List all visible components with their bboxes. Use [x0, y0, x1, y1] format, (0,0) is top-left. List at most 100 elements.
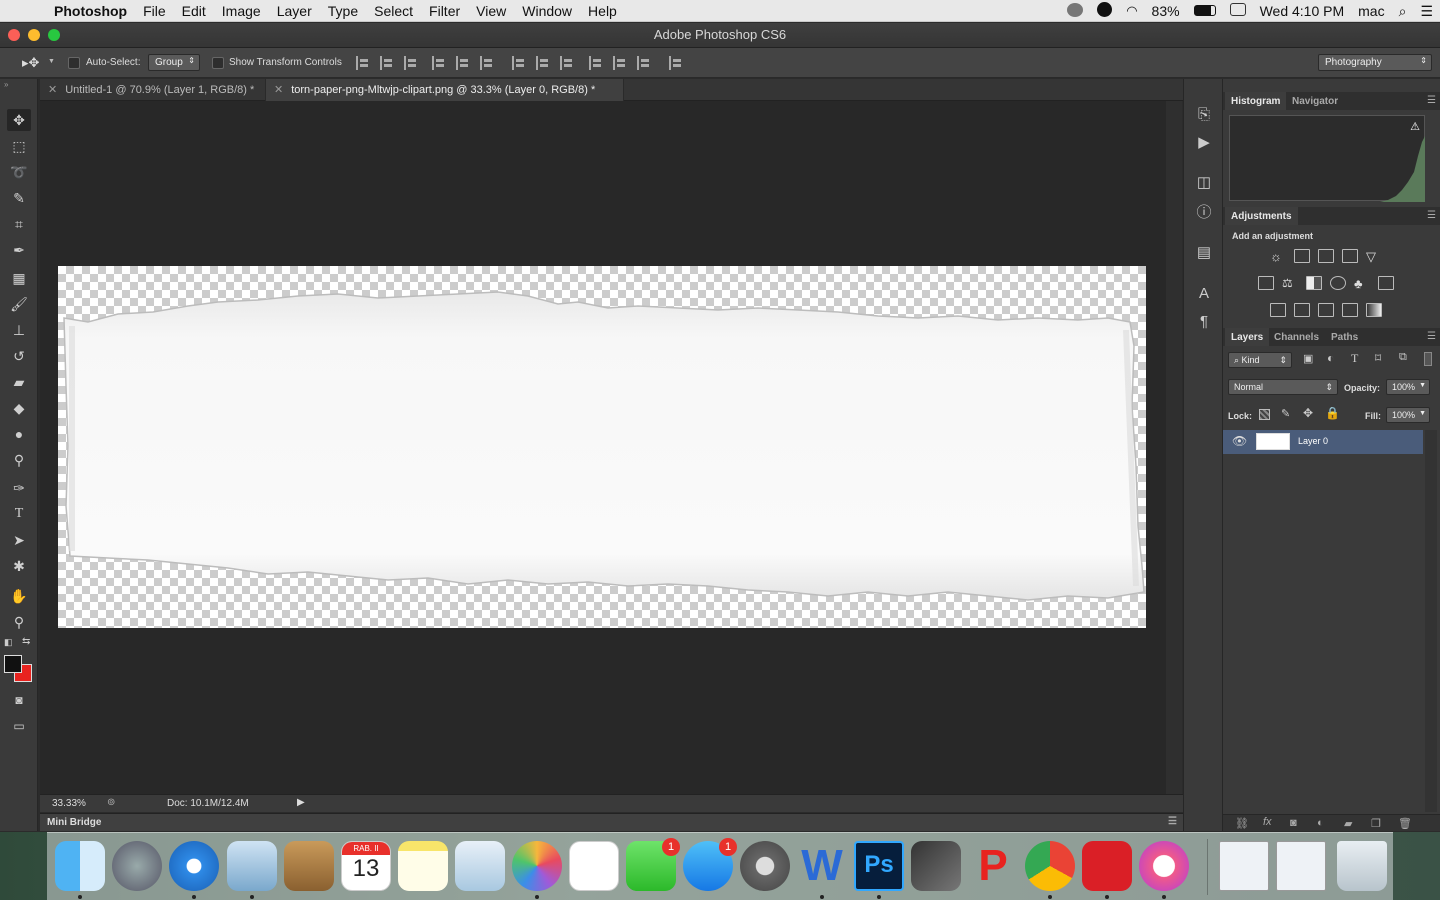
creative-cloud-icon[interactable]	[1082, 841, 1132, 891]
foreground-color-swatch[interactable]	[4, 655, 22, 673]
contacts-icon[interactable]	[284, 841, 334, 891]
fill-field[interactable]: 100% ▼	[1386, 407, 1430, 423]
channel-mixer-icon[interactable]: ♣	[1354, 276, 1370, 291]
eyedropper-tool-icon[interactable]: ✒	[7, 239, 31, 261]
clone-stamp-tool-icon[interactable]: ⊥	[7, 319, 31, 341]
align-horizontal-center-icon[interactable]	[456, 56, 470, 70]
histogram-warning-icon[interactable]: ⚠	[1410, 120, 1420, 133]
wifi-icon[interactable]: ◠	[1119, 3, 1144, 19]
hand-tool-icon[interactable]: ✋	[7, 585, 31, 607]
trash-icon[interactable]	[1337, 841, 1387, 891]
healing-brush-tool-icon[interactable]: ▦	[7, 267, 31, 289]
tab-channels[interactable]: Channels	[1268, 328, 1325, 346]
menu-layer[interactable]: Layer	[269, 3, 320, 19]
menu-select[interactable]: Select	[366, 3, 421, 19]
color-lookup-icon[interactable]	[1378, 276, 1394, 290]
menu-app-name[interactable]: Photoshop	[54, 3, 135, 19]
black-white-icon[interactable]	[1306, 276, 1322, 290]
spotlight-search-icon[interactable]: ⌕	[1392, 3, 1414, 20]
align-right-icon[interactable]	[480, 56, 494, 70]
character-panel-icon[interactable]: A	[1194, 284, 1214, 304]
menu-window[interactable]: Window	[514, 3, 580, 19]
path-selection-tool-icon[interactable]: ➤	[7, 529, 31, 551]
move-tool-icon[interactable]: ✥	[7, 109, 31, 131]
app-store-icon[interactable]: 1	[683, 838, 737, 891]
dodge-tool-icon[interactable]: ⚲	[7, 449, 31, 471]
menu-help[interactable]: Help	[580, 3, 625, 19]
vertical-scrollbar[interactable]	[1166, 101, 1182, 810]
panel-menu-icon[interactable]: ☰	[1427, 95, 1436, 106]
distribute-left-icon[interactable]	[589, 56, 603, 70]
reminders-icon[interactable]	[569, 841, 619, 891]
threshold-icon[interactable]	[1318, 303, 1334, 317]
layer-row[interactable]: 👁 Layer 0	[1223, 430, 1423, 454]
new-layer-icon[interactable]: ❐	[1371, 817, 1381, 830]
battery-icon[interactable]	[1187, 3, 1223, 19]
custom-shape-tool-icon[interactable]: ✱	[7, 555, 31, 577]
crop-tool-icon[interactable]: ⌗	[7, 213, 31, 235]
levels-icon[interactable]	[1294, 249, 1310, 263]
gradient-map-icon[interactable]	[1366, 303, 1382, 317]
photo-filter-icon[interactable]	[1330, 276, 1346, 290]
tool-preset-dropdown-icon[interactable]: ▼	[48, 58, 55, 65]
brightness-contrast-icon[interactable]: ☼	[1270, 249, 1286, 264]
lock-position-icon[interactable]: ✥	[1303, 406, 1313, 420]
layers-scrollbar[interactable]	[1425, 430, 1437, 812]
filter-adjustment-icon[interactable]: ◐	[1327, 351, 1334, 365]
maps-icon[interactable]	[455, 841, 505, 891]
menubar-user[interactable]: mac	[1351, 3, 1391, 19]
type-tool-icon[interactable]: T	[7, 503, 31, 525]
align-left-icon[interactable]	[432, 56, 446, 70]
paint-app-icon[interactable]: P	[968, 841, 1018, 891]
photos-icon[interactable]	[512, 841, 562, 891]
color-balance-icon[interactable]: ⚖	[1282, 276, 1298, 290]
hue-saturation-icon[interactable]	[1258, 276, 1274, 290]
menu-type[interactable]: Type	[320, 3, 366, 19]
safari-icon[interactable]	[169, 841, 219, 891]
lock-transparent-pixels-icon[interactable]	[1259, 409, 1270, 420]
system-preferences-icon[interactable]	[740, 841, 790, 891]
exposure-icon[interactable]	[1342, 249, 1358, 263]
lasso-tool-icon[interactable]: ➰	[7, 161, 31, 183]
tab-adjustments[interactable]: Adjustments	[1225, 207, 1298, 225]
lock-all-icon[interactable]: 🔒	[1325, 406, 1340, 420]
status-preview-icon[interactable]: ⊚	[107, 797, 115, 808]
layer-kind-filter[interactable]: ⌕ Kind ⇕	[1228, 352, 1292, 368]
auto-select-checkbox[interactable]	[68, 57, 80, 69]
paint-bucket-tool-icon[interactable]: ◆	[7, 397, 31, 419]
properties-panel-icon[interactable]: ◫	[1194, 173, 1214, 193]
zoom-level[interactable]: 33.33%	[52, 798, 86, 809]
history-panel-icon[interactable]: ⎘	[1194, 105, 1214, 125]
menu-filter[interactable]: Filter	[421, 3, 468, 19]
close-tab-icon[interactable]: ✕	[274, 84, 283, 96]
auto-align-layers-icon[interactable]	[669, 56, 683, 70]
menu-view[interactable]: View	[468, 3, 514, 19]
battery-percent[interactable]: 83%	[1145, 3, 1187, 19]
distribute-vertical-center-icon[interactable]	[536, 56, 550, 70]
layer-style-icon[interactable]: fx	[1263, 816, 1272, 828]
align-top-icon[interactable]	[356, 56, 370, 70]
menu-edit[interactable]: Edit	[174, 3, 214, 19]
notes-icon[interactable]	[398, 841, 448, 891]
move-tool-preset-icon[interactable]: ▸✥	[22, 55, 39, 71]
panel-menu-icon[interactable]: ☰	[1427, 331, 1436, 342]
facetime-icon[interactable]: 1	[626, 838, 680, 891]
show-transform-checkbox[interactable]	[212, 57, 224, 69]
quick-selection-tool-icon[interactable]: ✎	[7, 187, 31, 209]
distribute-horizontal-center-icon[interactable]	[613, 56, 627, 70]
brush-tool-icon[interactable]: 🖌	[7, 293, 31, 315]
microsoft-word-icon[interactable]: W	[797, 841, 847, 891]
align-bottom-icon[interactable]	[404, 56, 418, 70]
eraser-tool-icon[interactable]: ▰	[7, 371, 31, 393]
actions-panel-icon[interactable]: ▶	[1194, 133, 1214, 153]
info-panel-icon[interactable]: ⓘ	[1194, 203, 1214, 223]
new-group-icon[interactable]: ▰	[1344, 817, 1352, 830]
marquee-tool-icon[interactable]: ⬚	[7, 135, 31, 157]
new-adjustment-layer-icon[interactable]: ◐	[1317, 817, 1324, 829]
swap-colors-icon[interactable]: ⇆	[22, 636, 30, 647]
canvas-area[interactable]	[40, 101, 1166, 794]
distribute-bottom-icon[interactable]	[560, 56, 574, 70]
opacity-field[interactable]: 100% ▼	[1386, 379, 1430, 395]
default-colors-icon[interactable]: ◧	[4, 637, 13, 648]
mini-bridge-menu-icon[interactable]: ☰	[1168, 816, 1177, 827]
